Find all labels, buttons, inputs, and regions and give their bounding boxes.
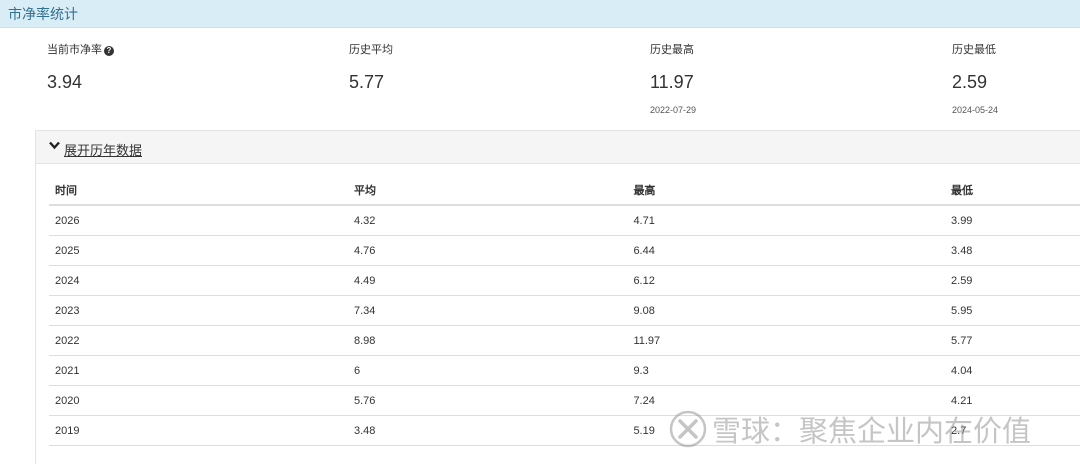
table-row: 2019 3.48 5.19 2.7 <box>49 415 1080 446</box>
history-toggle-bar[interactable]: 展开历年数据 <box>35 130 1080 164</box>
history-table: 时间 平均 最高 最低 2026 4.32 4.71 3.99 2025 4.76 6.44… <box>49 175 1080 446</box>
cell-time: 2023 <box>49 295 348 326</box>
stat-high: 历史最高 11.97 2022-07-29 <box>650 28 910 128</box>
table-header-row: 时间 平均 最高 最低 <box>49 175 1080 206</box>
cell-high: 6.12 <box>627 265 946 296</box>
table-row: 2023 7.34 9.08 5.95 <box>49 295 1080 326</box>
table-row: 2021 6 9.3 4.04 <box>49 355 1080 386</box>
table-row: 2024 4.49 6.12 2.59 <box>49 265 1080 296</box>
cell-average: 4.32 <box>348 205 628 236</box>
stat-value-low: 2.59 <box>952 72 988 92</box>
cell-low: 3.99 <box>945 205 1080 236</box>
table-row: 2026 4.32 4.71 3.99 <box>49 205 1080 236</box>
stat-date-high: 2022-07-29 <box>650 105 697 115</box>
cell-time: 2024 <box>49 265 348 296</box>
stat-average: 历史平均 5.77 <box>349 28 609 128</box>
cell-high: 9.3 <box>627 355 946 386</box>
cell-average: 4.49 <box>348 265 628 296</box>
cell-time: 2021 <box>49 355 348 386</box>
column-header-average: 平均 <box>348 175 628 206</box>
table-row: 2025 4.76 6.44 3.48 <box>49 235 1080 266</box>
cell-time: 2022 <box>49 325 348 356</box>
panel-title: 市净率统计 <box>8 6 78 22</box>
cell-low: 5.95 <box>945 295 1080 326</box>
cell-low: 2.7 <box>945 415 1080 446</box>
cell-low: 5.77 <box>945 325 1080 356</box>
cell-low: 4.04 <box>945 355 1080 386</box>
stat-value-average: 5.77 <box>349 72 385 92</box>
stats-row: 当前市净率? 3.94 历史平均 5.77 历史最高 11.97 2022-07… <box>0 28 1080 130</box>
table-row: 2020 5.76 7.24 4.21 <box>49 385 1080 416</box>
cell-average: 3.48 <box>348 415 628 446</box>
stat-label-low: 历史最低 <box>952 44 996 56</box>
cell-time: 2020 <box>49 385 348 416</box>
cell-average: 4.76 <box>348 235 628 266</box>
column-header-time: 时间 <box>49 175 348 206</box>
stat-label-average: 历史平均 <box>349 44 393 56</box>
stat-value-current: 3.94 <box>47 72 83 92</box>
cell-average: 7.34 <box>348 295 628 326</box>
stat-label-current: 当前市净率 <box>47 44 102 56</box>
cell-high: 6.44 <box>627 235 946 266</box>
cell-high: 5.19 <box>627 415 946 446</box>
stat-value-high: 11.97 <box>650 72 694 92</box>
cell-average: 5.76 <box>348 385 628 416</box>
stat-date-low: 2024-05-24 <box>952 105 999 115</box>
cell-average: 6 <box>348 355 628 386</box>
cell-high: 7.24 <box>627 385 946 416</box>
expand-history-link[interactable]: 展开历年数据 <box>64 140 142 159</box>
cell-low: 2.59 <box>945 265 1080 296</box>
cell-time: 2025 <box>49 235 348 266</box>
cell-high: 9.08 <box>627 295 946 326</box>
cell-high: 4.71 <box>627 205 946 236</box>
column-header-low: 最低 <box>945 175 1080 206</box>
column-header-high: 最高 <box>627 175 946 206</box>
history-table-panel: 时间 平均 最高 最低 2026 4.32 4.71 3.99 2025 4.76 6.44… <box>35 164 1080 464</box>
cell-low: 3.48 <box>945 235 1080 266</box>
cell-time: 2019 <box>49 415 348 446</box>
stat-current: 当前市净率? 3.94 <box>47 28 307 128</box>
cell-time: 2026 <box>49 205 348 236</box>
question-icon[interactable]: ? <box>104 46 114 56</box>
cell-average: 8.98 <box>348 325 628 356</box>
cell-high: 11.97 <box>627 325 946 356</box>
stat-label-high: 历史最高 <box>650 44 694 56</box>
chevron-down-icon[interactable] <box>49 141 60 150</box>
stat-low: 历史最低 2.59 2024-05-24 <box>952 28 1072 128</box>
cell-low: 4.21 <box>945 385 1080 416</box>
panel-header: 市净率统计 <box>0 0 1080 28</box>
table-row: 2022 8.98 11.97 5.77 <box>49 325 1080 356</box>
